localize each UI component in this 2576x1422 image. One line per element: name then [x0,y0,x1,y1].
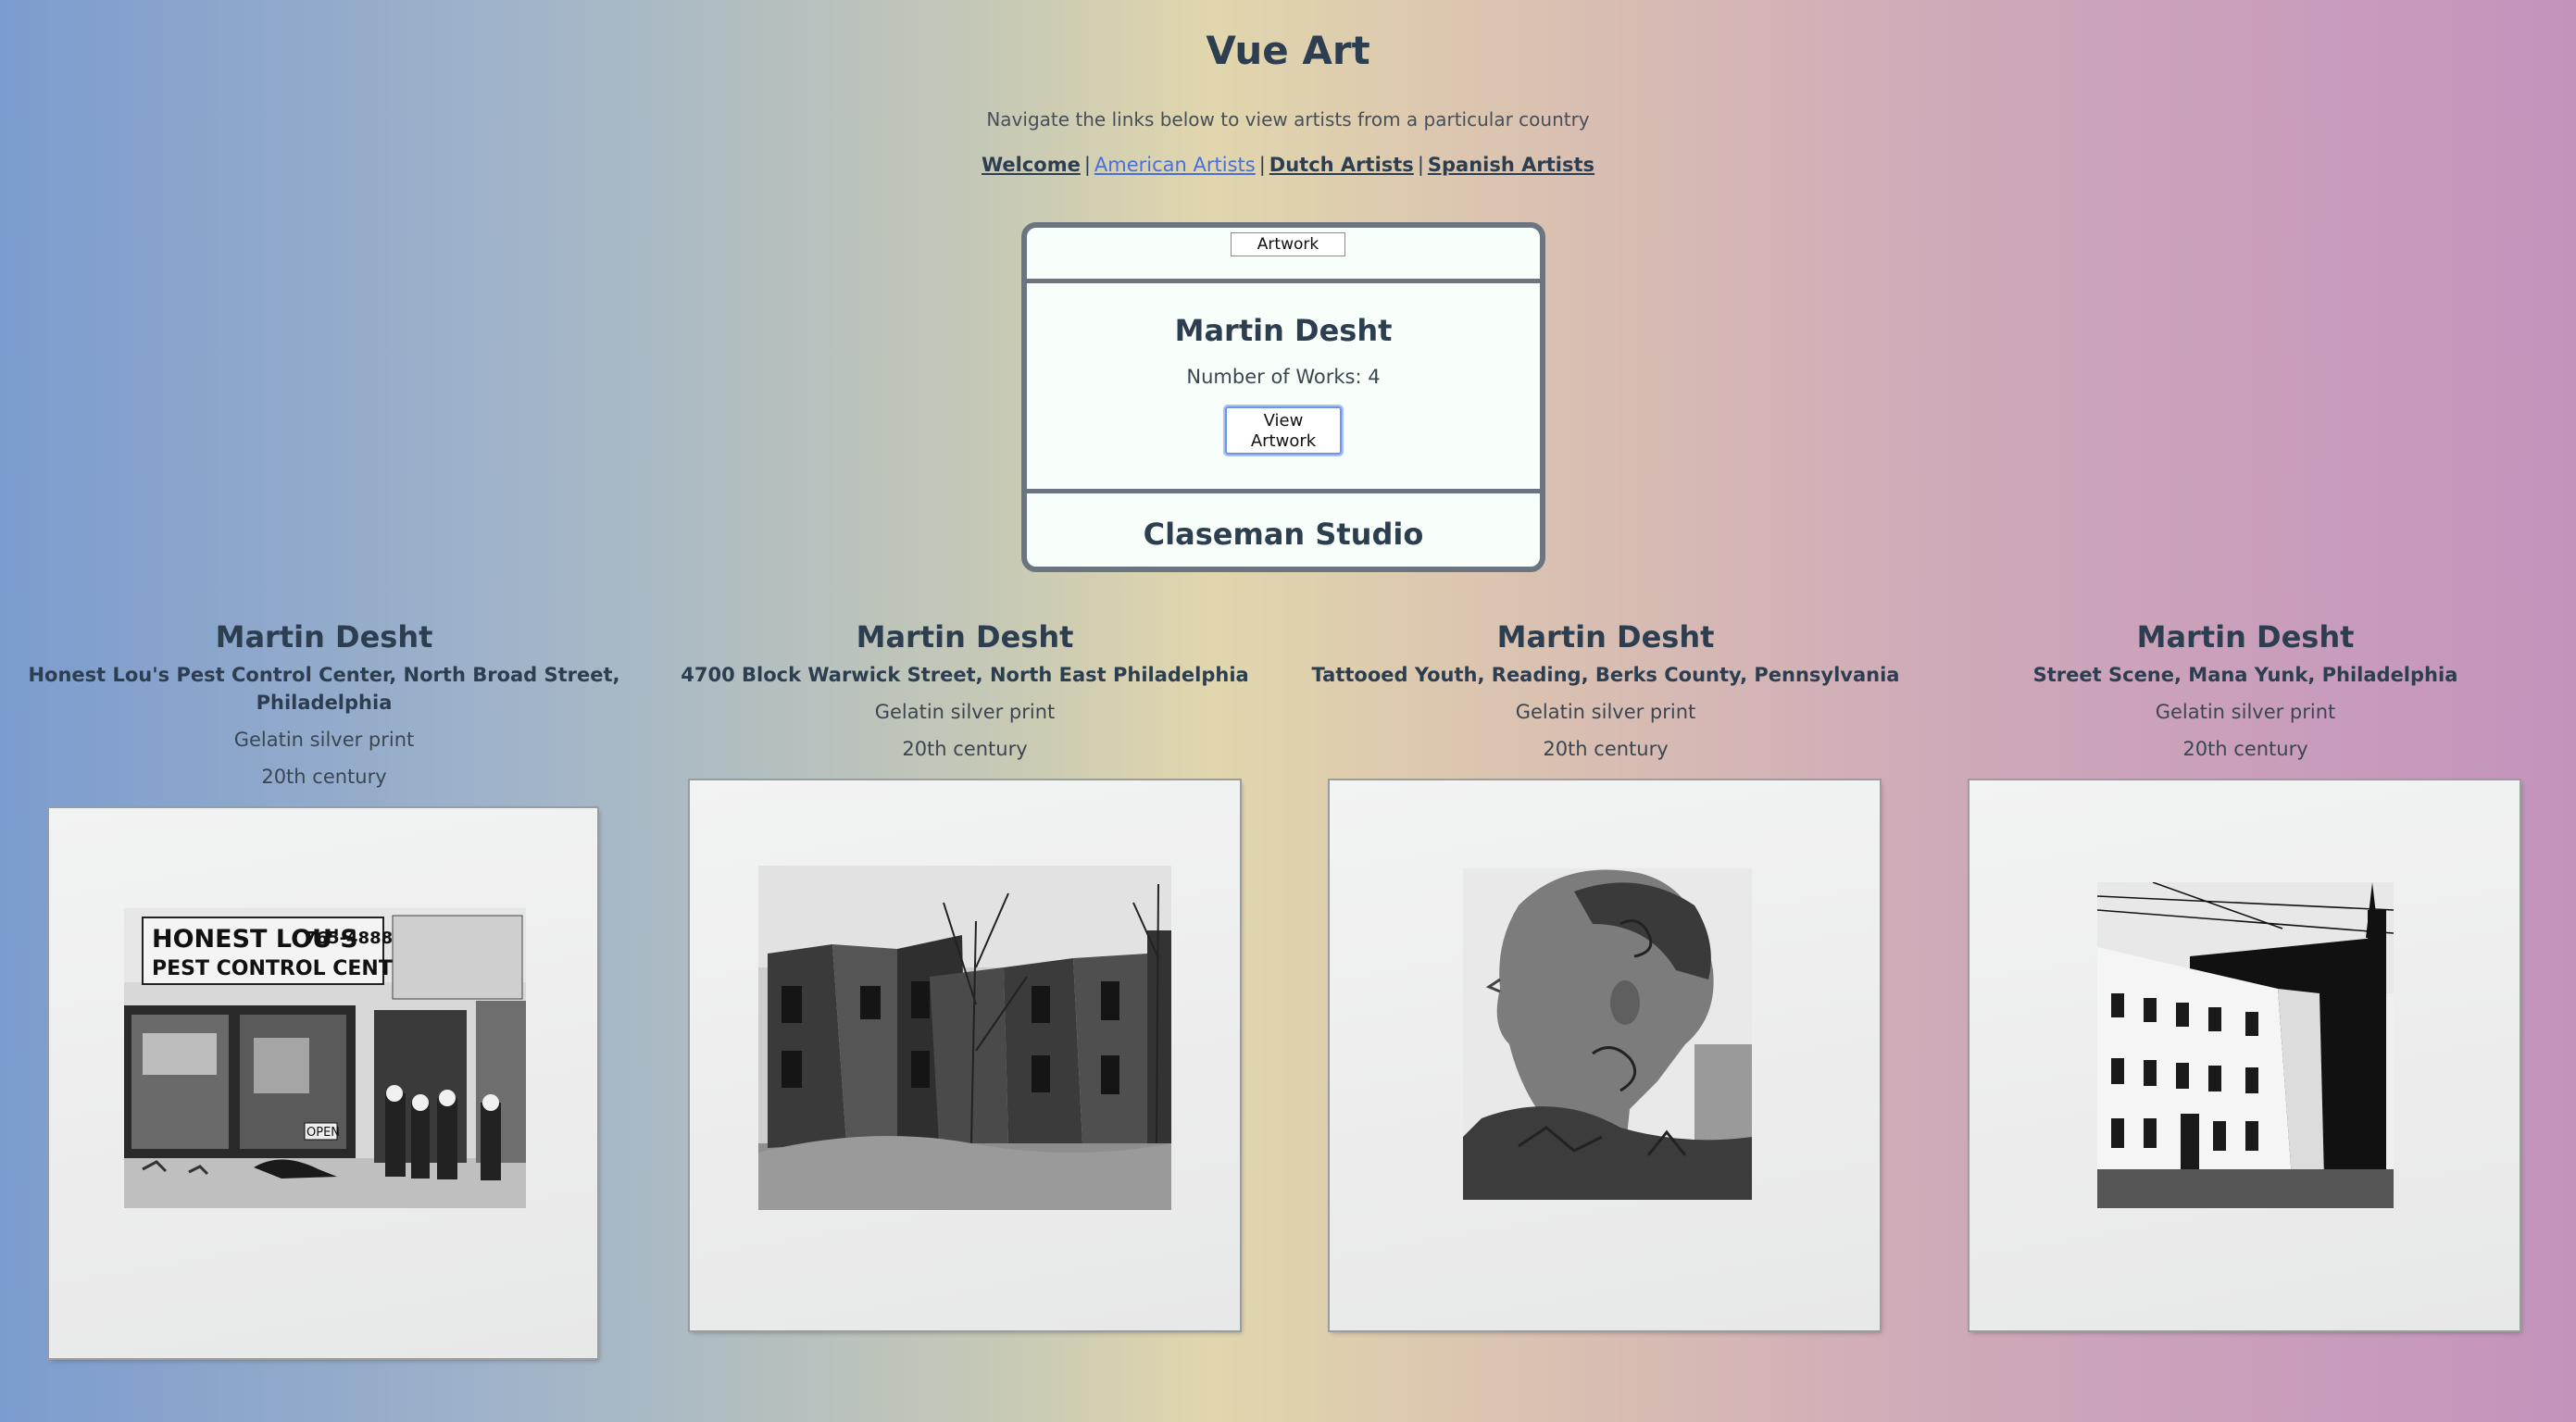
artwork-item: Martin Desht 4700 Block Warwick Street, … [641,618,1289,761]
nav-link-dutch-artists[interactable]: Dutch Artists [1269,154,1414,176]
nav-separator: | [1083,154,1091,176]
artwork-date: 20th century [2182,738,2308,760]
artwork-photo [1463,868,1752,1200]
artwork-medium: Gelatin silver print [1515,701,1696,723]
nav-separator: | [1258,154,1266,176]
card-artist-name: Martin Desht [1174,313,1393,348]
view-artwork-button[interactable]: View Artwork [1223,405,1344,456]
artwork-artist: Martin Desht [1496,619,1715,655]
artwork-title: Street Scene, Mana Yunk, Philadelphia [2032,664,2458,686]
artwork-date: 20th century [261,766,387,788]
card-next-artist-name: Claseman Studio [1143,517,1424,552]
view-artwork-button-line1: View [1263,411,1304,430]
card-divider [1027,279,1540,283]
artwork-date: 20th century [902,738,1028,760]
door-sign-text: OPEN [306,1126,340,1140]
artwork-item: Martin Desht Tattooed Youth, Reading, Be… [1282,618,1930,761]
artwork-title: Tattooed Youth, Reading, Berks County, P… [1311,664,1900,686]
artwork-photo [758,866,1171,1210]
nav-separator: | [1417,154,1424,176]
artwork-artist: Martin Desht [856,619,1074,655]
view-artwork-button-line2: Artwork [1250,431,1317,451]
nav-link-welcome[interactable]: Welcome [982,154,1081,176]
sign-text: PEST CONTROL CENTER [152,957,422,980]
artwork-image-mat[interactable]: HONEST LOU'S 765-4888 PEST CONTROL CENTE… [49,808,597,1358]
artwork-image-mat[interactable] [1970,780,2520,1330]
artwork-item: Martin Desht Honest Lou's Pest Control C… [0,618,648,789]
artwork-artist: Martin Desht [215,619,433,655]
card-works-count: Number of Works: 4 [1186,366,1381,388]
artwork-tab[interactable]: Artwork [1231,232,1345,256]
artwork-medium: Gelatin silver print [874,701,1056,723]
artwork-medium: Gelatin silver print [2155,701,2336,723]
artwork-title: Honest Lou's Pest Control Center, North … [28,664,620,714]
artwork-artist: Martin Desht [2136,619,2355,655]
page-subtitle: Navigate the links below to view artists… [986,108,1590,131]
artwork-photo: HONEST LOU'S 765-4888 PEST CONTROL CENTE… [124,908,526,1208]
artwork-photo [2097,882,2394,1208]
artwork-image-mat[interactable] [1330,780,1880,1330]
artwork-image-mat[interactable] [690,780,1240,1330]
artwork-medium: Gelatin silver print [233,729,415,751]
artwork-item: Martin Desht Street Scene, Mana Yunk, Ph… [1921,618,2570,761]
artwork-date: 20th century [1543,738,1669,760]
country-nav: Welcome | American Artists | Dutch Artists | S… [0,154,2576,176]
page-title: Vue Art [1206,28,1370,73]
nav-link-american-artists[interactable]: American Artists [1094,154,1256,176]
card-divider [1027,489,1540,493]
sign-phone: 765-4888 [305,929,393,948]
artwork-title: 4700 Block Warwick Street, North East Ph… [681,664,1249,686]
artist-card: Artwork Martin Desht Number of Works: 4 … [1021,222,1545,572]
nav-link-spanish-artists[interactable]: Spanish Artists [1428,154,1594,176]
